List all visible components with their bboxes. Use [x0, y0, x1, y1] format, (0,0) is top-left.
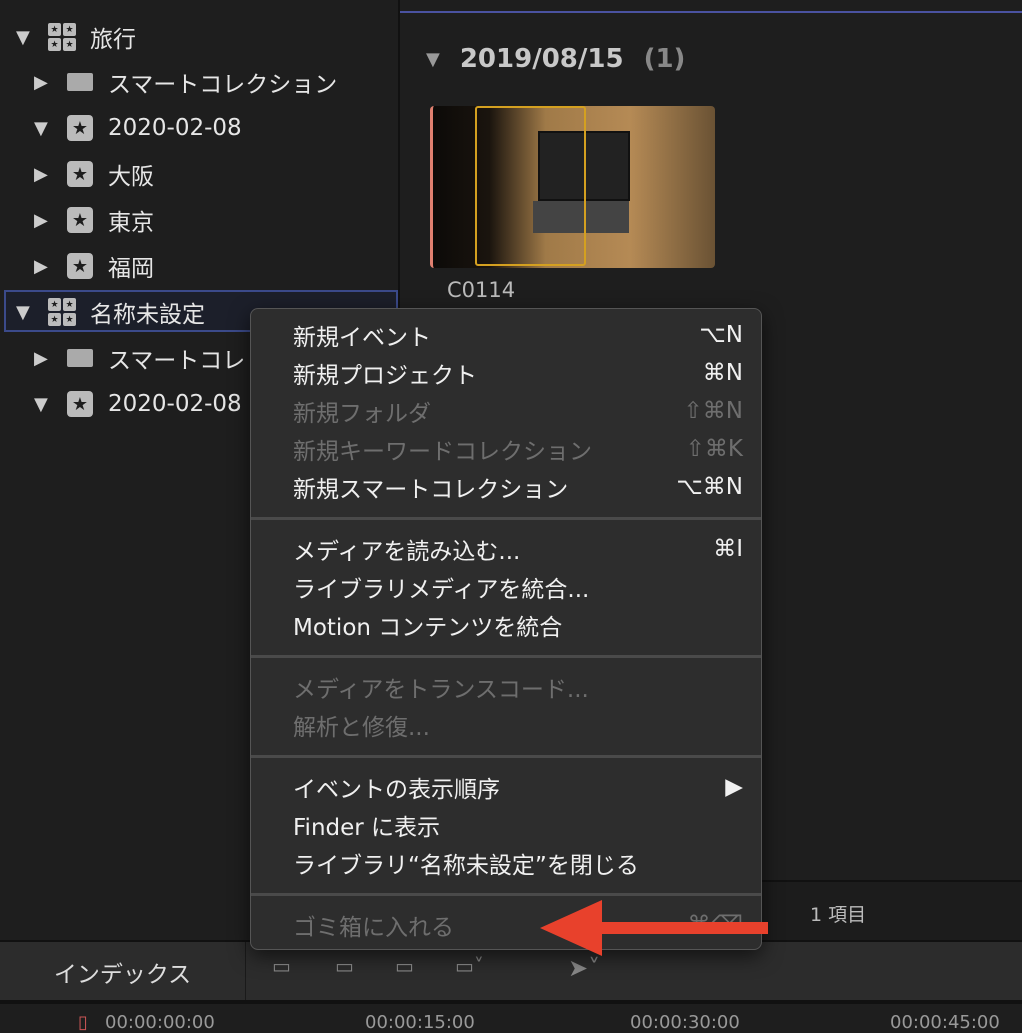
folder-icon: [66, 69, 94, 95]
context-menu: 新規イベント ⌥N 新規プロジェクト ⌘N 新規フォルダ ⇧⌘N 新規キーワードコレクション…: [250, 308, 762, 950]
sidebar-item-label: 福岡: [108, 256, 154, 282]
event-star-icon: ★: [66, 207, 94, 233]
ruler-tick-label: 00:00:30:00: [630, 1012, 740, 1033]
annotation-arrow: [540, 900, 768, 956]
sidebar-item-label: 旅行: [90, 27, 136, 53]
menu-item: 解析と修復...: [293, 707, 743, 743]
menu-item[interactable]: 新規スマートコレクション ⌥⌘N: [293, 469, 743, 505]
date-group-header[interactable]: ▼ 2019/08/15 (1): [426, 44, 685, 74]
sidebar-item[interactable]: ▶ ★ 大阪: [34, 154, 154, 194]
menu-item-label: Motion コンテンツを統合: [293, 615, 563, 641]
library-icon: ★ ★ ★ ★: [48, 23, 76, 51]
menu-item[interactable]: 新規イベント ⌥N: [293, 317, 743, 353]
menu-item[interactable]: ライブラリメディアを統合...: [293, 569, 743, 605]
timeline-ruler[interactable]: ▯ 00:00:00:00 00:00:15:00 00:00:30:00 00…: [0, 1000, 1022, 1033]
disclosure-triangle-icon[interactable]: ▶: [34, 256, 52, 277]
menu-separator: [251, 655, 761, 658]
menu-item-shortcut: ▶: [725, 774, 743, 800]
disclosure-triangle-icon[interactable]: ▶: [34, 210, 52, 231]
menu-item[interactable]: ライブラリ“名称未設定”を閉じる: [293, 845, 743, 881]
skimmer-range[interactable]: [475, 106, 586, 266]
sidebar-item-label: 2020-02-08: [108, 391, 242, 417]
ruler-tick-label: 00:00:15:00: [365, 1012, 475, 1033]
menu-separator: [251, 755, 761, 758]
top-divider: [400, 11, 1022, 13]
menu-item[interactable]: Motion コンテンツを統合: [293, 607, 743, 643]
menu-item-label: 新規フォルダ: [293, 401, 431, 427]
menu-item-label: 新規キーワードコレクション: [293, 439, 592, 465]
menu-separator: [251, 517, 761, 520]
sidebar-item-label: 大阪: [108, 164, 154, 190]
sidebar-item-label: スマートコレ: [108, 348, 246, 374]
sidebar-item[interactable]: ▼ ★ ★ ★ ★ 名称未設定: [16, 292, 205, 332]
disclosure-triangle-icon[interactable]: ▼: [34, 118, 52, 139]
menu-separator: [251, 893, 761, 896]
menu-item-label: 解析と修復...: [293, 715, 430, 741]
disclosure-triangle-icon[interactable]: ▼: [16, 27, 34, 48]
index-button[interactable]: インデックス: [0, 942, 246, 1002]
disclosure-triangle-icon[interactable]: ▶: [34, 72, 52, 93]
menu-item-label: 新規イベント: [293, 325, 431, 351]
event-star-icon: ★: [66, 115, 94, 141]
item-count: 1 項目: [810, 904, 867, 926]
overwrite-clip-icon[interactable]: ▭˅: [455, 954, 484, 978]
ruler-tick-label: 00:00:45:00: [890, 1012, 1000, 1033]
clip-thumbnail[interactable]: [430, 106, 715, 268]
sidebar-item[interactable]: ▶ スマートコレ: [34, 338, 245, 378]
clip-name: C0114: [447, 278, 516, 302]
append-clip-icon[interactable]: ▭: [395, 954, 414, 978]
sidebar-item-label: スマートコレクション: [108, 72, 338, 98]
menu-item-shortcut: ⌥N: [699, 322, 743, 348]
insert-clip-icon[interactable]: ▭: [335, 954, 354, 978]
menu-item-label: Finder に表示: [293, 815, 441, 841]
menu-item-label: ライブラリ“名称未設定”を閉じる: [293, 853, 639, 879]
date-label: 2019/08/15: [459, 44, 624, 74]
event-star-icon: ★: [66, 253, 94, 279]
menu-item: メディアをトランスコード...: [293, 669, 743, 705]
sidebar-item[interactable]: ▶ ★ 東京: [34, 200, 154, 240]
menu-item-label: ゴミ箱に入れる: [293, 915, 454, 941]
sidebar-item[interactable]: ▼ ★ 2020-02-08: [34, 108, 242, 148]
folder-icon: [66, 345, 94, 371]
disclosure-triangle-icon[interactable]: ▶: [34, 348, 52, 369]
menu-item-label: メディアを読み込む...: [293, 539, 521, 565]
select-tool-icon[interactable]: ➤˅: [568, 954, 600, 982]
disclosure-triangle-icon[interactable]: ▼: [426, 49, 440, 70]
sidebar-item[interactable]: ▶ ★ 福岡: [34, 246, 154, 286]
menu-item-shortcut: ⌘I: [713, 536, 743, 562]
disclosure-triangle-icon[interactable]: ▶: [34, 164, 52, 185]
sidebar-item[interactable]: ▶ スマートコレクション: [34, 62, 337, 102]
menu-item[interactable]: イベントの表示順序 ▶: [293, 769, 743, 805]
menu-item: 新規フォルダ ⇧⌘N: [293, 393, 743, 429]
menu-item-label: 新規スマートコレクション: [293, 477, 569, 503]
connect-clip-icon[interactable]: ▭: [272, 954, 291, 978]
disclosure-triangle-icon[interactable]: ▼: [16, 302, 34, 323]
disclosure-triangle-icon[interactable]: ▼: [34, 394, 52, 415]
menu-item-shortcut: ⇧⌘N: [683, 398, 743, 424]
menu-item-label: メディアをトランスコード...: [293, 677, 589, 703]
menu-item-shortcut: ⌥⌘N: [676, 474, 743, 500]
menu-item[interactable]: メディアを読み込む... ⌘I: [293, 531, 743, 567]
event-star-icon: ★: [66, 391, 94, 417]
ruler-tick-label: 00:00:00:00: [105, 1012, 215, 1033]
sidebar-item-label: 2020-02-08: [108, 115, 242, 141]
library-icon: ★ ★ ★ ★: [48, 298, 76, 326]
menu-item[interactable]: 新規プロジェクト ⌘N: [293, 355, 743, 391]
playhead-icon[interactable]: ▯: [78, 1012, 88, 1033]
sidebar-item-label: 名称未設定: [90, 302, 205, 328]
menu-item-shortcut: ⌘N: [702, 360, 743, 386]
menu-item[interactable]: Finder に表示: [293, 807, 743, 843]
event-star-icon: ★: [66, 161, 94, 187]
menu-item: 新規キーワードコレクション ⇧⌘K: [293, 431, 743, 467]
menu-item-label: ライブラリメディアを統合...: [293, 577, 590, 603]
sidebar-item[interactable]: ▼ ★ 2020-02-08: [34, 384, 242, 424]
menu-item-shortcut: ⇧⌘K: [685, 436, 743, 462]
clip-count: (1): [643, 44, 686, 74]
sidebar-item[interactable]: ▼ ★ ★ ★ ★ 旅行: [16, 17, 136, 57]
menu-item-label: 新規プロジェクト: [293, 363, 477, 389]
sidebar-item-label: 東京: [108, 210, 154, 236]
menu-item-label: イベントの表示順序: [293, 777, 500, 803]
